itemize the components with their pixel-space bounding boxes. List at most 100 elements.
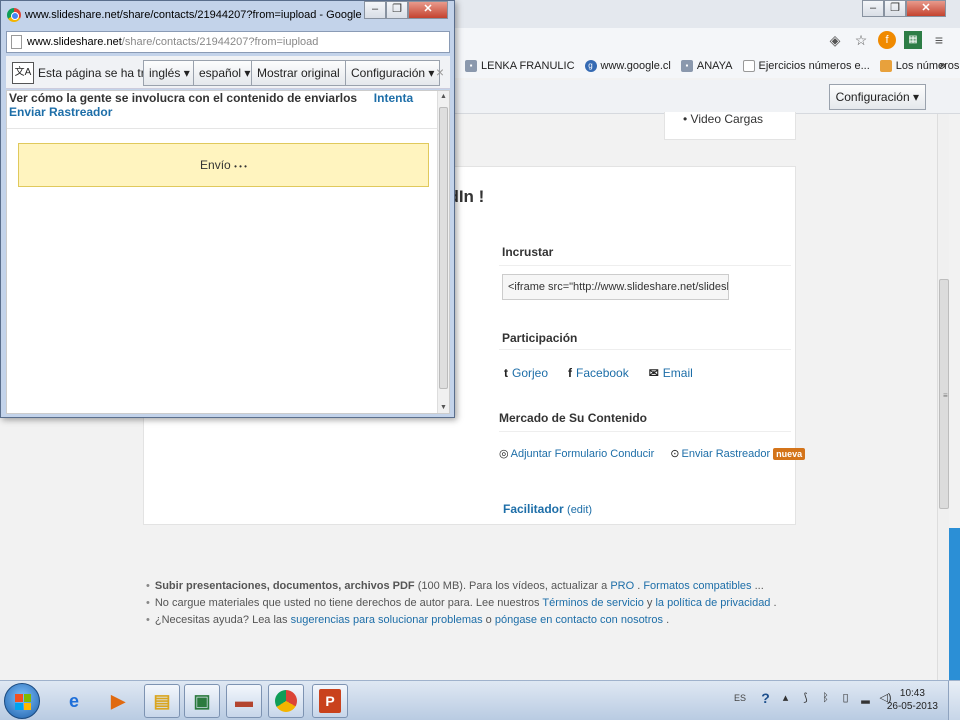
tray-arrow-icon[interactable]: ▴ bbox=[779, 691, 792, 705]
close-icon[interactable]: × bbox=[436, 64, 444, 80]
popup-minimize-button[interactable]: – bbox=[364, 1, 386, 19]
bookmark-lenka[interactable]: ▪ LENKA FRANULIC bbox=[465, 60, 575, 72]
footer-line-3: • ¿Necesitas ayuda? Lea las sugerencias p… bbox=[146, 614, 670, 626]
facebook-icon: f bbox=[568, 366, 573, 380]
page-icon bbox=[11, 35, 22, 49]
footer-line-2: • No cargue materiales que usted no tiene… bbox=[146, 597, 777, 609]
help-icon[interactable]: ? bbox=[759, 691, 772, 705]
battery-icon[interactable]: ▯ bbox=[839, 691, 852, 705]
chevron-down-icon: ▾ bbox=[183, 66, 190, 80]
bookmark-numeros[interactable]: Los números entero... bbox=[879, 60, 960, 72]
terms-link[interactable]: Términos de servicio bbox=[542, 597, 643, 609]
popup-scrollbar[interactable]: ▲ ▼ bbox=[437, 91, 449, 413]
popup-window: www.slideshare.net/share/contacts/219442… bbox=[0, 0, 455, 418]
popup-close-button[interactable]: ✕ bbox=[408, 1, 448, 19]
bookmarks-bar: ▪ LENKA FRANULIC g www.google.cl ▪ ANAYA Ej… bbox=[455, 54, 960, 78]
popup-content: Ver cómo la gente se involucra con el co… bbox=[6, 90, 450, 414]
chevron-down-icon: ▾ bbox=[428, 66, 435, 80]
extension-icon-2[interactable]: ▦ bbox=[904, 31, 922, 49]
facebook-share-link[interactable]: f Facebook bbox=[568, 366, 629, 380]
page-footer: • Subir presentaciones, documentos, archi… bbox=[146, 578, 777, 629]
scroll-down-icon[interactable]: ▼ bbox=[440, 404, 447, 411]
share-label: Participación bbox=[502, 331, 578, 345]
background-window-controls: – ❐ ✕ bbox=[862, 0, 946, 17]
powerpoint-icon[interactable]: P bbox=[312, 684, 348, 718]
star-icon[interactable]: ☆ bbox=[852, 31, 870, 49]
clock-date: 26-05-2013 bbox=[886, 701, 938, 712]
extension-icon[interactable]: f bbox=[878, 31, 896, 49]
email-share-link[interactable]: ✉ Email bbox=[649, 366, 693, 380]
background-scrollbar[interactable]: ≡ bbox=[937, 114, 949, 680]
media-player-icon[interactable]: ▶ bbox=[100, 684, 136, 718]
bookmark-ejercicios[interactable]: Ejercicios números e... bbox=[742, 60, 870, 72]
menu-icon[interactable]: ≡ bbox=[930, 31, 948, 49]
facilitator-link[interactable]: Facilitador (edit) bbox=[503, 502, 592, 516]
app-icon[interactable]: ▬ bbox=[226, 684, 262, 718]
source-language-select[interactable]: inglés ▾ bbox=[143, 60, 196, 86]
form-icon: ◎ bbox=[499, 448, 509, 460]
signal-icon[interactable]: ▂ bbox=[859, 691, 872, 705]
scrollbar-thumb[interactable] bbox=[439, 107, 448, 389]
bluetooth-icon[interactable]: ᛒ bbox=[819, 691, 832, 705]
file-explorer-icon[interactable]: ▤ bbox=[144, 684, 180, 718]
popup-address-bar[interactable]: www.slideshare.net/share/contacts/219442… bbox=[6, 31, 450, 53]
bookmark-icon: ▪ bbox=[465, 60, 477, 72]
envelope-icon: ✉ bbox=[648, 366, 659, 380]
formats-link[interactable]: Formatos compatibles bbox=[643, 580, 751, 592]
hp-app-icon[interactable]: ▣ bbox=[184, 684, 220, 718]
target-language-select[interactable]: español ▾ bbox=[193, 60, 257, 86]
translate-icon: 文A bbox=[12, 62, 34, 84]
tracker-link[interactable]: ⊙ Enviar Rastreador nueva bbox=[670, 447, 806, 460]
language-indicator[interactable]: ES bbox=[734, 693, 746, 703]
config-button[interactable]: Configuración ▾ bbox=[345, 60, 441, 86]
scrollbar-thumb[interactable]: ≡ bbox=[939, 279, 949, 509]
scroll-up-icon[interactable]: ▲ bbox=[440, 93, 447, 100]
share-links: t Gorjeo f Facebook ✉ Email bbox=[504, 366, 693, 380]
background-config-button[interactable]: Configuración ▾ bbox=[828, 84, 926, 110]
windows-logo-icon bbox=[15, 694, 31, 710]
omnibox-icons: ◈ ☆ f ▦ ≡ bbox=[826, 31, 948, 49]
close-button[interactable]: ✕ bbox=[906, 0, 946, 17]
market-label: Mercado de Su Contenido bbox=[499, 411, 648, 425]
bookmark-anaya[interactable]: ▪ ANAYA bbox=[680, 60, 733, 72]
embed-code-field[interactable]: <iframe src="http://www.slideshare.net/s… bbox=[502, 274, 729, 300]
edit-link[interactable]: (edit) bbox=[567, 504, 592, 516]
popup-window-controls: – ❐ ✕ bbox=[364, 1, 448, 19]
translate-omnibox-icon[interactable]: ◈ bbox=[826, 31, 844, 49]
taskbar: e ▶ ▤ ▣ ▬ P ES ? ▴ ⟆ ᛒ ▯ ▂ ◁) 10:43 26-0… bbox=[0, 680, 960, 720]
desktop-edge bbox=[949, 528, 960, 680]
embed-label: Incrustar bbox=[502, 245, 554, 259]
background-translate-bar: Configuración ▾ bbox=[455, 80, 960, 114]
popup-title: www.slideshare.net/share/contacts/219442… bbox=[25, 9, 404, 21]
bookmark-google[interactable]: g www.google.cl bbox=[584, 60, 671, 72]
pro-link[interactable]: PRO bbox=[610, 580, 634, 592]
bookmark-icon: ▪ bbox=[680, 60, 693, 72]
show-original-button[interactable]: Mostrar original bbox=[251, 60, 346, 86]
chrome-taskbar-icon[interactable] bbox=[268, 684, 304, 718]
page-icon bbox=[879, 60, 892, 72]
show-desktop-button[interactable] bbox=[948, 681, 960, 720]
minimize-button[interactable]: – bbox=[862, 0, 884, 17]
contact-link[interactable]: póngase en contacto con nosotros bbox=[495, 614, 663, 626]
bookmarks-more-button[interactable]: » bbox=[939, 58, 946, 72]
privacy-link[interactable]: la política de privacidad bbox=[655, 597, 770, 609]
google-icon: g bbox=[584, 60, 597, 72]
taskbar-clock[interactable]: 10:43 26-05-2013 bbox=[887, 687, 938, 713]
internet-explorer-icon[interactable]: e bbox=[56, 684, 92, 718]
popup-maximize-button[interactable]: ❐ bbox=[386, 1, 408, 19]
new-badge: nueva bbox=[773, 448, 806, 460]
uploads-card: • Video Cargas bbox=[664, 112, 796, 140]
chevron-down-icon: ▾ bbox=[244, 66, 251, 80]
system-tray: ES ? ▴ ⟆ ᛒ ▯ ▂ ◁) bbox=[734, 691, 892, 705]
network-icon[interactable]: ⟆ bbox=[799, 691, 812, 705]
suggestions-link[interactable]: sugerencias para solucionar problemas bbox=[291, 614, 483, 626]
start-button[interactable] bbox=[4, 683, 40, 719]
lead-form-link[interactable]: ◎ Adjuntar Formulario Conducir bbox=[499, 447, 654, 460]
twitter-share-link[interactable]: t Gorjeo bbox=[504, 366, 548, 380]
list-item[interactable]: • Video Cargas bbox=[683, 112, 763, 126]
twitter-icon: t bbox=[504, 366, 508, 380]
popup-heading: Ver cómo la gente se involucra con el co… bbox=[9, 91, 414, 119]
maximize-button[interactable]: ❐ bbox=[884, 0, 906, 17]
popup-titlebar[interactable]: www.slideshare.net/share/contacts/219442… bbox=[1, 1, 454, 31]
sending-status-text: Envío bbox=[200, 158, 231, 172]
